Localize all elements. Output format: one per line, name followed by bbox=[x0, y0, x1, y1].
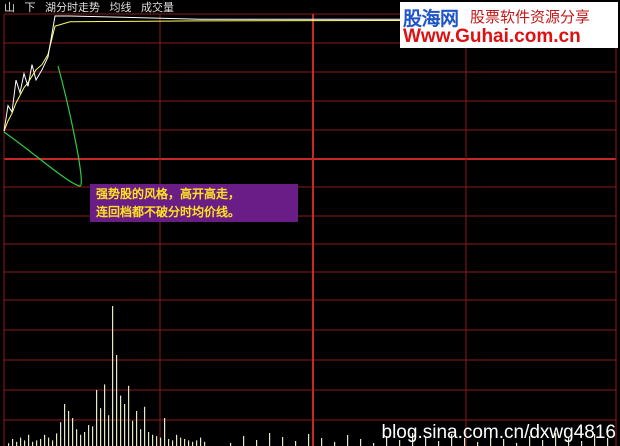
volume-bar bbox=[321, 438, 323, 446]
volume-bar bbox=[96, 390, 98, 446]
volume-bar bbox=[100, 408, 102, 446]
site-logo: 股海网 股票软件资源分享 Www.Guhai.com.cn bbox=[400, 2, 618, 48]
logo-url: Www.Guhai.com.cn bbox=[403, 26, 581, 47]
down-button[interactable]: 下 bbox=[25, 1, 36, 14]
volume-bar bbox=[334, 442, 336, 446]
volume-bar bbox=[120, 395, 122, 446]
volume-bar bbox=[60, 422, 62, 446]
volume-bar bbox=[12, 439, 14, 446]
volume-bar bbox=[156, 436, 158, 446]
annotation-line-2: 连回档都不破分时均价线。 bbox=[96, 205, 241, 219]
mountain-icon[interactable]: 山 bbox=[4, 1, 15, 14]
chart-header: 山 下 湖分时走势 均线 成交量 bbox=[4, 1, 180, 15]
volume-bar bbox=[200, 437, 202, 446]
volume-bar bbox=[243, 436, 245, 446]
volume-label: 成交量 bbox=[141, 1, 174, 14]
annotation-box: 强势股的风格，高开高走， 连回档都不破分时均价线。 bbox=[90, 184, 298, 222]
volume-bar bbox=[124, 404, 126, 446]
watermark: blog.sina.com.cn/dxwg4816 bbox=[381, 422, 616, 443]
volume-bar bbox=[360, 439, 362, 446]
volume-bar bbox=[269, 433, 271, 446]
volume-bar bbox=[172, 440, 174, 446]
volume-bar bbox=[192, 441, 194, 446]
volume-bar bbox=[176, 434, 178, 446]
volume-bar bbox=[164, 418, 166, 446]
volume-bar bbox=[308, 434, 310, 446]
logo-slogan: 股票软件资源分享 bbox=[470, 8, 591, 26]
volume-bar bbox=[88, 425, 90, 446]
price-line bbox=[3, 15, 400, 132]
volume-bar bbox=[64, 404, 66, 446]
volume-bar bbox=[152, 434, 154, 446]
volume-bar bbox=[68, 411, 70, 446]
volume-bar bbox=[256, 440, 258, 446]
chart-title: 湖分时走势 bbox=[45, 1, 100, 14]
volume-bar bbox=[92, 426, 94, 446]
volume-bar bbox=[40, 439, 42, 446]
volume-bar bbox=[24, 440, 26, 446]
volume-bar bbox=[56, 433, 58, 446]
chart-grid bbox=[3, 13, 617, 446]
intraday-chart-window: 山 下 湖分时走势 均线 成交量 股海网 股票软件资源分享 Www.Guhai.… bbox=[0, 0, 620, 446]
volume-bar bbox=[282, 437, 284, 446]
volume-bar bbox=[16, 441, 18, 446]
volume-bar bbox=[160, 437, 162, 446]
volume-bar bbox=[148, 432, 150, 446]
volume-bar bbox=[140, 429, 142, 446]
volume-bar bbox=[180, 437, 182, 446]
volume-bar bbox=[108, 415, 110, 446]
volume-bar bbox=[295, 441, 297, 446]
avg-line-label: 均线 bbox=[109, 1, 132, 14]
volume-bar bbox=[144, 406, 146, 446]
volume-bar bbox=[28, 434, 30, 446]
volume-bar bbox=[116, 355, 118, 446]
volume-bar bbox=[136, 411, 138, 446]
volume-bar bbox=[20, 437, 22, 446]
volume-bar bbox=[84, 432, 86, 446]
volume-bar bbox=[76, 429, 78, 446]
volume-bar bbox=[104, 384, 106, 446]
volume-bar bbox=[132, 420, 134, 446]
volume-bar bbox=[112, 306, 114, 446]
volume-bar bbox=[72, 418, 74, 446]
volume-bar bbox=[204, 441, 206, 446]
volume-bar bbox=[80, 434, 82, 446]
volume-bar bbox=[188, 440, 190, 446]
average-price-line bbox=[3, 20, 401, 132]
volume-bar bbox=[52, 440, 54, 446]
volume-bar bbox=[347, 435, 349, 446]
volume-bar bbox=[128, 385, 130, 446]
volume-bar bbox=[168, 439, 170, 446]
volume-bar bbox=[36, 440, 38, 446]
annotation-line-1: 强势股的风格，高开高走， bbox=[96, 187, 241, 201]
volume-bar bbox=[32, 441, 34, 446]
volume-bar bbox=[184, 439, 186, 446]
volume-bar bbox=[48, 437, 50, 446]
volume-bar bbox=[44, 434, 46, 446]
volume-bar bbox=[196, 440, 198, 446]
chart-canvas[interactable] bbox=[0, 0, 620, 446]
